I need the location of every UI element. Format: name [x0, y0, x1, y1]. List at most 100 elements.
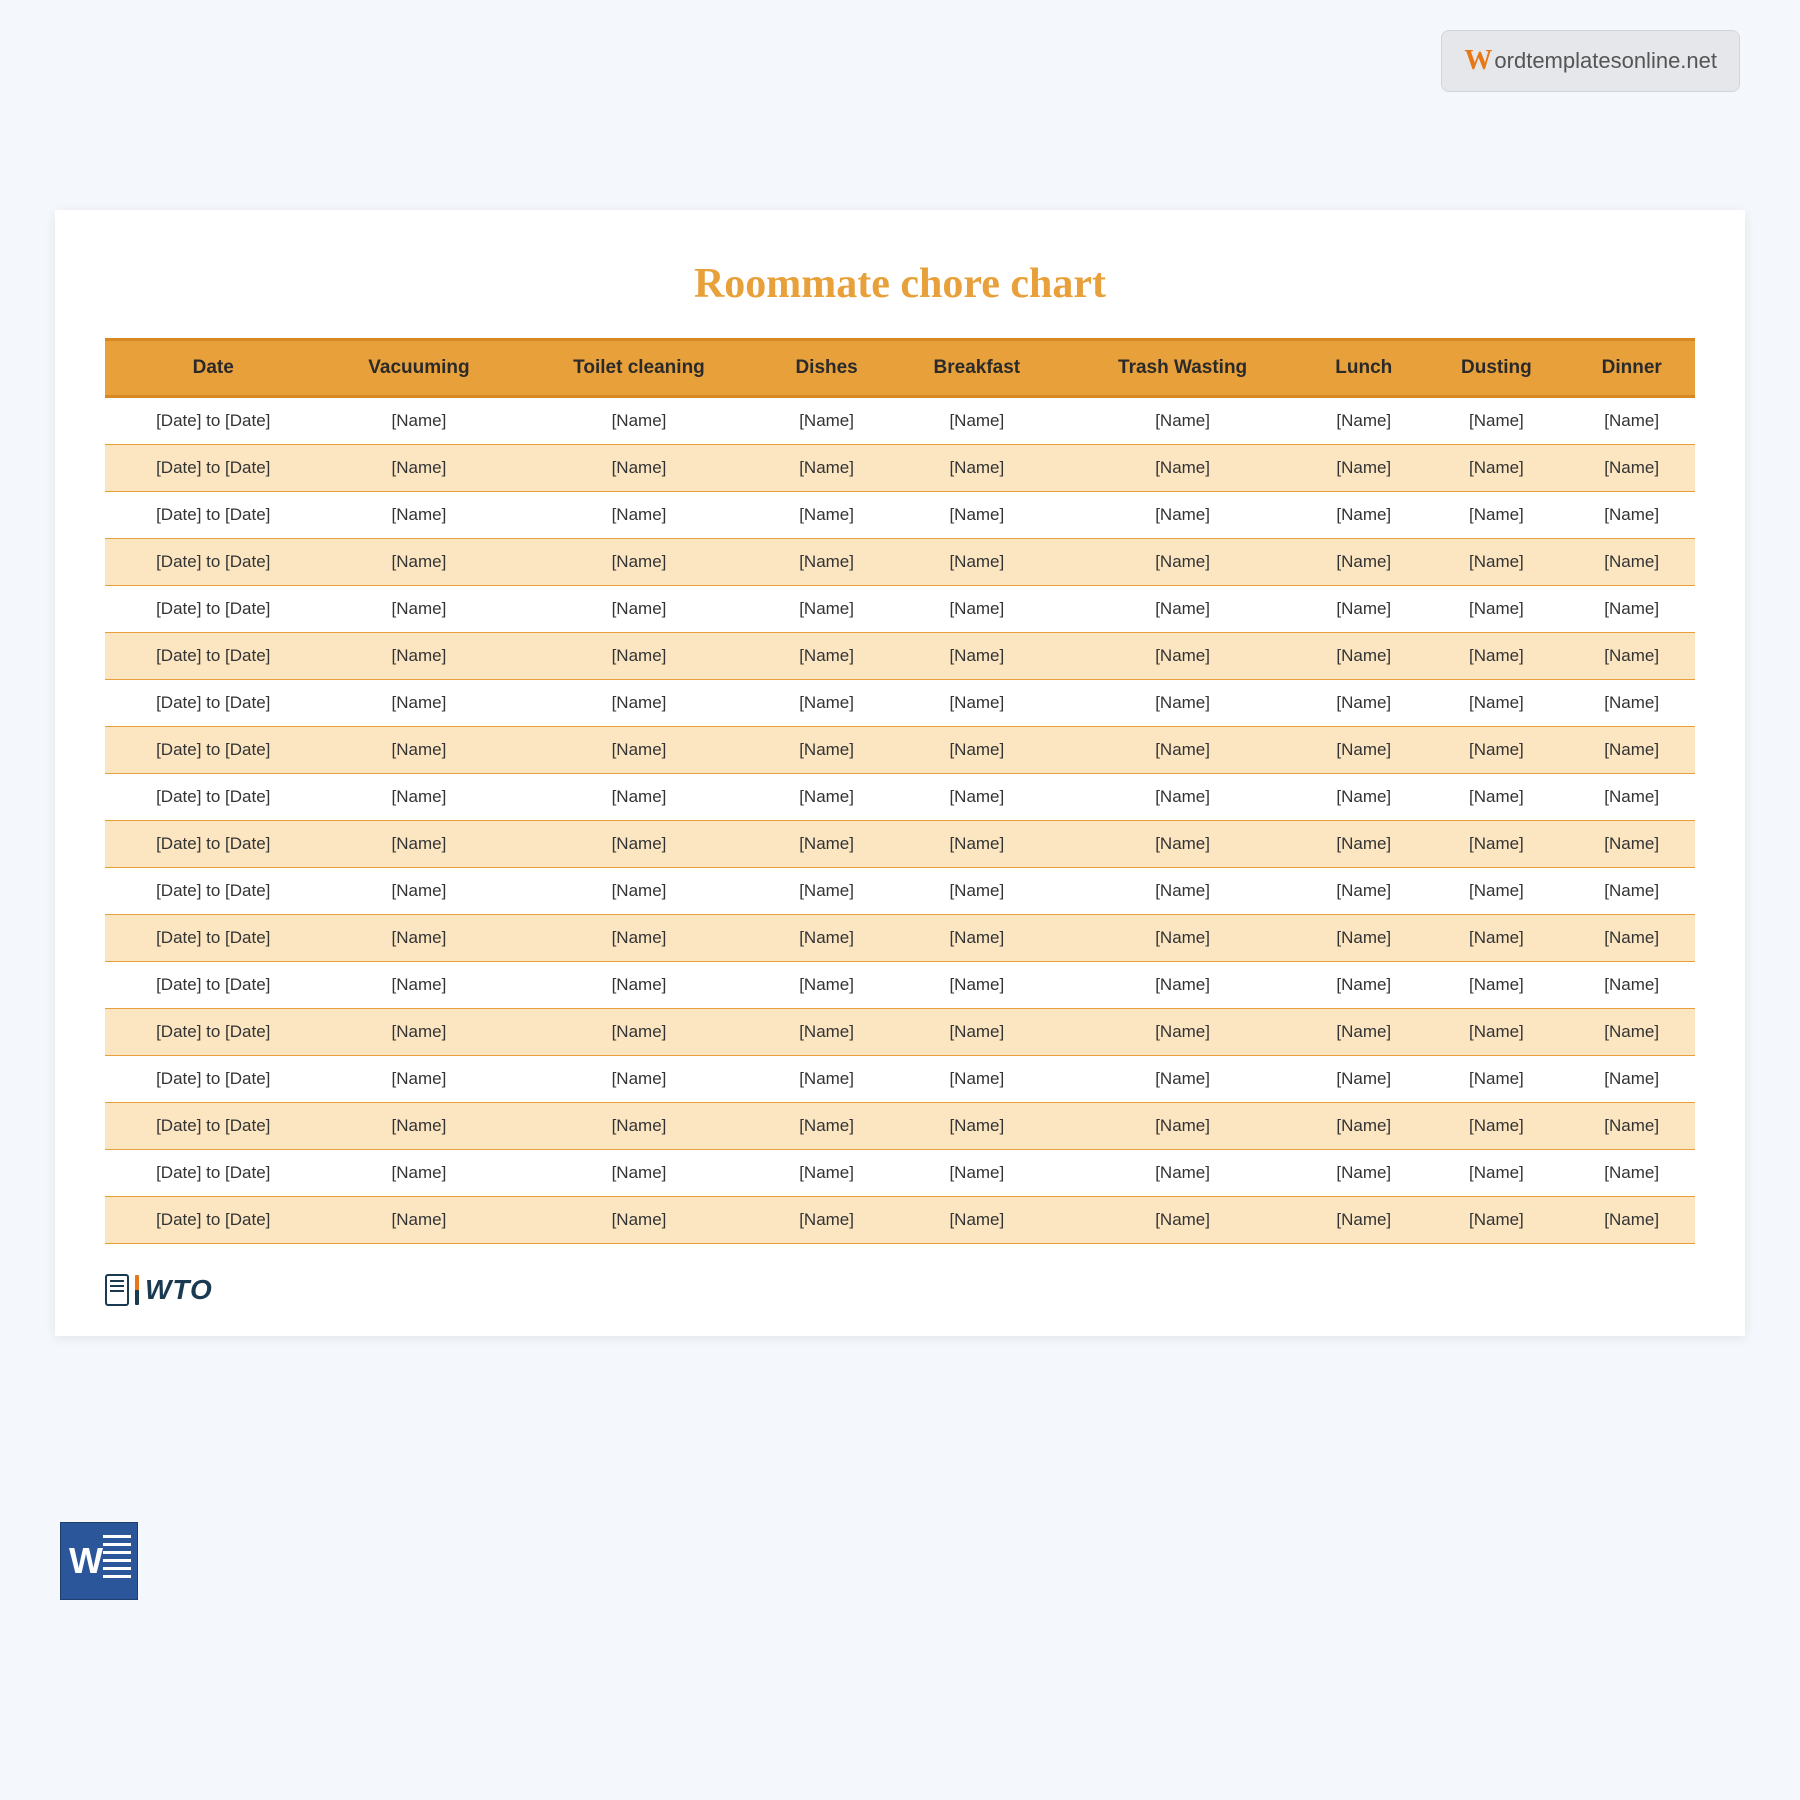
table-cell: [Name] [1303, 445, 1424, 492]
table-row: [Date] to [Date][Name][Name][Name][Name]… [105, 774, 1695, 821]
table-cell: [Name] [1062, 962, 1303, 1009]
table-cell: [Name] [1062, 1150, 1303, 1197]
table-row: [Date] to [Date][Name][Name][Name][Name]… [105, 962, 1695, 1009]
table-cell: [Name] [516, 1197, 761, 1244]
table-cell: [Date] to [Date] [105, 445, 321, 492]
table-cell: [Name] [762, 539, 892, 586]
table-cell: [Name] [762, 633, 892, 680]
table-cell: [Name] [1568, 868, 1695, 915]
table-cell: [Name] [1062, 492, 1303, 539]
table-cell: [Name] [762, 727, 892, 774]
table-cell: [Name] [1062, 821, 1303, 868]
table-cell: [Name] [1062, 868, 1303, 915]
table-cell: [Name] [516, 962, 761, 1009]
table-row: [Date] to [Date][Name][Name][Name][Name]… [105, 821, 1695, 868]
table-cell: [Name] [762, 492, 892, 539]
table-cell: [Name] [1303, 397, 1424, 445]
table-cell: [Name] [762, 774, 892, 821]
word-lines-icon [103, 1535, 131, 1583]
table-cell: [Name] [1424, 1197, 1568, 1244]
table-cell: [Name] [762, 680, 892, 727]
pen-icon [135, 1275, 139, 1305]
table-cell: [Name] [1568, 539, 1695, 586]
table-cell: [Name] [892, 539, 1062, 586]
table-cell: [Name] [516, 1103, 761, 1150]
table-cell: [Name] [1568, 1056, 1695, 1103]
table-cell: [Name] [321, 1056, 516, 1103]
table-cell: [Name] [1424, 1150, 1568, 1197]
table-row: [Date] to [Date][Name][Name][Name][Name]… [105, 445, 1695, 492]
table-cell: [Date] to [Date] [105, 1056, 321, 1103]
word-file-icon[interactable]: W [60, 1522, 138, 1600]
table-row: [Date] to [Date][Name][Name][Name][Name]… [105, 397, 1695, 445]
table-cell: [Name] [1062, 633, 1303, 680]
table-cell: [Name] [762, 1103, 892, 1150]
table-cell: [Name] [516, 1009, 761, 1056]
table-cell: [Name] [1568, 915, 1695, 962]
table-cell: [Name] [762, 445, 892, 492]
table-cell: [Name] [1303, 1150, 1424, 1197]
table-cell: [Date] to [Date] [105, 962, 321, 1009]
table-cell: [Name] [321, 1009, 516, 1056]
table-cell: [Name] [1568, 586, 1695, 633]
table-row: [Date] to [Date][Name][Name][Name][Name]… [105, 1197, 1695, 1244]
table-cell: [Name] [1424, 492, 1568, 539]
chore-table: DateVacuumingToilet cleaningDishesBreakf… [105, 338, 1695, 1244]
table-cell: [Name] [321, 445, 516, 492]
table-cell: [Date] to [Date] [105, 1009, 321, 1056]
table-cell: [Name] [762, 915, 892, 962]
table-cell: [Name] [516, 727, 761, 774]
table-row: [Date] to [Date][Name][Name][Name][Name]… [105, 1009, 1695, 1056]
table-cell: [Name] [516, 680, 761, 727]
table-cell: [Date] to [Date] [105, 586, 321, 633]
table-row: [Date] to [Date][Name][Name][Name][Name]… [105, 727, 1695, 774]
table-cell: [Name] [1303, 1009, 1424, 1056]
table-cell: [Name] [1062, 727, 1303, 774]
table-cell: [Date] to [Date] [105, 774, 321, 821]
table-cell: [Name] [1568, 1009, 1695, 1056]
table-row: [Date] to [Date][Name][Name][Name][Name]… [105, 633, 1695, 680]
table-cell: [Name] [321, 680, 516, 727]
table-cell: [Date] to [Date] [105, 397, 321, 445]
table-row: [Date] to [Date][Name][Name][Name][Name]… [105, 915, 1695, 962]
table-cell: [Name] [516, 397, 761, 445]
table-cell: [Name] [516, 1150, 761, 1197]
table-cell: [Name] [892, 397, 1062, 445]
table-cell: [Name] [516, 868, 761, 915]
clipboard-icon [105, 1274, 129, 1306]
table-row: [Date] to [Date][Name][Name][Name][Name]… [105, 868, 1695, 915]
table-cell: [Name] [892, 492, 1062, 539]
table-cell: [Name] [1424, 586, 1568, 633]
table-cell: [Name] [1568, 445, 1695, 492]
table-cell: [Name] [1424, 868, 1568, 915]
table-cell: [Name] [1568, 633, 1695, 680]
table-cell: [Name] [1424, 680, 1568, 727]
table-cell: [Name] [1062, 915, 1303, 962]
table-cell: [Name] [1568, 821, 1695, 868]
table-cell: [Name] [1062, 1009, 1303, 1056]
table-cell: [Name] [1303, 1197, 1424, 1244]
wto-logo-text: WTO [145, 1274, 213, 1306]
table-cell: [Name] [892, 1103, 1062, 1150]
table-cell: [Name] [321, 915, 516, 962]
table-header-cell: Dusting [1424, 340, 1568, 397]
table-cell: [Date] to [Date] [105, 492, 321, 539]
table-cell: [Date] to [Date] [105, 633, 321, 680]
table-cell: [Name] [892, 1150, 1062, 1197]
table-cell: [Name] [892, 1056, 1062, 1103]
table-cell: [Name] [1062, 1056, 1303, 1103]
table-cell: [Name] [892, 868, 1062, 915]
table-cell: [Date] to [Date] [105, 1197, 321, 1244]
table-row: [Date] to [Date][Name][Name][Name][Name]… [105, 586, 1695, 633]
watermark-badge: W ordtemplatesonline.net [1441, 30, 1740, 92]
table-cell: [Name] [1424, 445, 1568, 492]
table-cell: [Name] [892, 680, 1062, 727]
table-cell: [Date] to [Date] [105, 915, 321, 962]
table-row: [Date] to [Date][Name][Name][Name][Name]… [105, 1103, 1695, 1150]
table-cell: [Name] [1568, 962, 1695, 1009]
table-cell: [Name] [1568, 1197, 1695, 1244]
table-cell: [Name] [1424, 1009, 1568, 1056]
table-cell: [Name] [762, 821, 892, 868]
table-header-cell: Vacuuming [321, 340, 516, 397]
table-header-cell: Date [105, 340, 321, 397]
